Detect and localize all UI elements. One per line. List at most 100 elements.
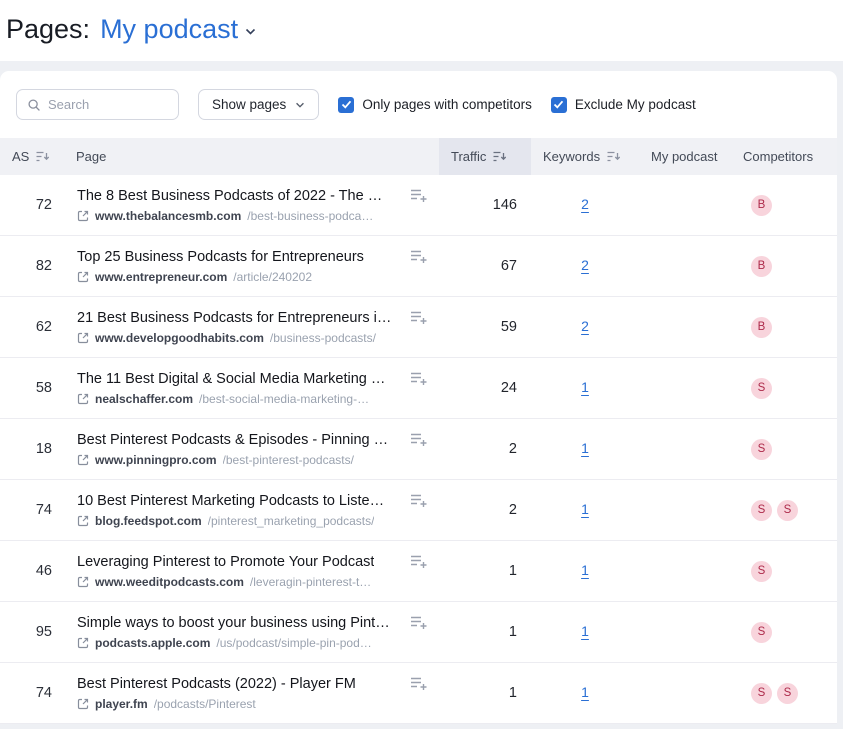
page-title-link[interactable]: The 11 Best Digital & Social Media Marke…	[77, 371, 385, 387]
external-link-icon[interactable]	[77, 332, 89, 344]
search-input[interactable]	[48, 97, 168, 112]
competitors-cell: S	[731, 561, 837, 582]
column-header-as[interactable]: AS	[0, 138, 64, 175]
column-header-my-podcast: My podcast	[639, 138, 731, 175]
page-title-link[interactable]: Best Pinterest Podcasts (2022) - Player …	[77, 676, 356, 692]
page-title-link[interactable]: Best Pinterest Podcasts & Episodes - Pin…	[77, 432, 388, 448]
competitor-badge: S	[777, 500, 798, 521]
page-url-path: /best-pinterest-podcasts/	[223, 453, 354, 467]
authority-score-value: 72	[0, 197, 64, 213]
keywords-cell: 2	[531, 318, 639, 336]
keywords-link[interactable]: 1	[581, 379, 589, 395]
keywords-link[interactable]: 1	[581, 684, 589, 700]
page-title-link[interactable]: Top 25 Business Podcasts for Entrepreneu…	[77, 249, 364, 265]
authority-score-value: 82	[0, 258, 64, 274]
page-url-domain: blog.feedspot.com	[95, 514, 202, 528]
keywords-cell: 2	[531, 257, 639, 275]
page-cell: Best Pinterest Podcasts & Episodes - Pin…	[64, 432, 439, 467]
competitors-cell: S	[731, 439, 837, 460]
add-to-list-icon[interactable]	[400, 493, 427, 508]
competitor-badge: S	[751, 439, 772, 460]
page-cell: Top 25 Business Podcasts for Entrepreneu…	[64, 249, 439, 284]
column-label: Keywords	[543, 149, 600, 164]
keywords-link[interactable]: 1	[581, 501, 589, 517]
sort-icon	[36, 151, 49, 162]
page-url-path: /podcasts/Pinterest	[154, 697, 256, 711]
podcast-selector-label: My podcast	[100, 14, 238, 45]
add-to-list-icon[interactable]	[400, 249, 427, 264]
authority-score-value: 58	[0, 380, 64, 396]
chevron-down-icon	[245, 24, 256, 35]
page-cell: 21 Best Business Podcasts for Entreprene…	[64, 310, 439, 345]
checkbox-exclude-my-podcast[interactable]: Exclude My podcast	[551, 97, 696, 113]
keywords-link[interactable]: 1	[581, 562, 589, 578]
page-cell: Leveraging Pinterest to Promote Your Pod…	[64, 554, 439, 589]
show-pages-label: Show pages	[212, 97, 286, 112]
add-to-list-icon[interactable]	[400, 371, 427, 386]
column-header-keywords[interactable]: Keywords	[531, 138, 639, 175]
page-title-link[interactable]: 21 Best Business Podcasts for Entreprene…	[77, 310, 391, 326]
sort-icon	[493, 151, 506, 162]
external-link-icon[interactable]	[77, 637, 89, 649]
external-link-icon[interactable]	[77, 210, 89, 222]
add-to-list-icon[interactable]	[400, 432, 427, 447]
add-to-list-icon[interactable]	[400, 310, 427, 325]
add-to-list-icon[interactable]	[400, 676, 427, 691]
pages-card: Show pages Only pages with competitors E…	[0, 71, 837, 724]
column-label: Page	[76, 149, 106, 164]
column-header-traffic[interactable]: Traffic	[439, 138, 531, 175]
authority-score-value: 74	[0, 502, 64, 518]
chevron-down-icon	[295, 101, 305, 108]
add-to-list-icon[interactable]	[400, 615, 427, 630]
competitors-cell: B	[731, 317, 837, 338]
competitors-cell: S	[731, 378, 837, 399]
keywords-link[interactable]: 1	[581, 440, 589, 456]
keywords-link[interactable]: 2	[581, 196, 589, 212]
page-title-link[interactable]: Leveraging Pinterest to Promote Your Pod…	[77, 554, 374, 570]
table-row: 72 The 8 Best Business Podcasts of 2022 …	[0, 175, 837, 236]
add-to-list-icon[interactable]	[400, 188, 427, 203]
keywords-link[interactable]: 1	[581, 623, 589, 639]
authority-score-value: 18	[0, 441, 64, 457]
podcast-selector[interactable]: My podcast	[100, 14, 256, 45]
traffic-value: 1	[439, 563, 531, 579]
keywords-cell: 1	[531, 501, 639, 519]
page-title-link[interactable]: 10 Best Pinterest Marketing Podcasts to …	[77, 493, 384, 509]
table-row: 62 21 Best Business Podcasts for Entrepr…	[0, 297, 837, 358]
authority-score-value: 62	[0, 319, 64, 335]
page-cell: Best Pinterest Podcasts (2022) - Player …	[64, 676, 439, 711]
page-header: Pages: My podcast	[0, 0, 843, 61]
page-cell: The 11 Best Digital & Social Media Marke…	[64, 371, 439, 406]
show-pages-dropdown[interactable]: Show pages	[198, 89, 319, 120]
external-link-icon[interactable]	[77, 454, 89, 466]
external-link-icon[interactable]	[77, 576, 89, 588]
column-label: My podcast	[651, 149, 717, 164]
competitors-cell: B	[731, 256, 837, 277]
page-title-link[interactable]: The 8 Best Business Podcasts of 2022 - T…	[77, 188, 382, 204]
table-row: 82 Top 25 Business Podcasts for Entrepre…	[0, 236, 837, 297]
authority-score-value: 95	[0, 624, 64, 640]
page-title-link[interactable]: Simple ways to boost your business using…	[77, 615, 390, 631]
external-link-icon[interactable]	[77, 271, 89, 283]
add-to-list-icon[interactable]	[400, 554, 427, 569]
checkbox-only-pages-with-competitors[interactable]: Only pages with competitors	[338, 97, 532, 113]
table-row: 74 Best Pinterest Podcasts (2022) - Play…	[0, 663, 837, 724]
checkbox-label: Exclude My podcast	[575, 97, 696, 112]
checkbox-checked-icon	[551, 97, 567, 113]
checkbox-label: Only pages with competitors	[362, 97, 532, 112]
keywords-cell: 2	[531, 196, 639, 214]
table-header-row: AS Page Traffic Keywords	[0, 138, 837, 175]
page-url-path: /article/240202	[233, 270, 312, 284]
page-url-domain: www.developgoodhabits.com	[95, 331, 264, 345]
competitors-cell: SS	[731, 500, 837, 521]
keywords-cell: 1	[531, 440, 639, 458]
keywords-link[interactable]: 2	[581, 257, 589, 273]
external-link-icon[interactable]	[77, 515, 89, 527]
external-link-icon[interactable]	[77, 393, 89, 405]
competitors-cell: SS	[731, 683, 837, 704]
page-url-domain: nealschaffer.com	[95, 392, 193, 406]
external-link-icon[interactable]	[77, 698, 89, 710]
column-header-page: Page	[64, 138, 439, 175]
keywords-link[interactable]: 2	[581, 318, 589, 334]
page-url-domain: player.fm	[95, 697, 148, 711]
